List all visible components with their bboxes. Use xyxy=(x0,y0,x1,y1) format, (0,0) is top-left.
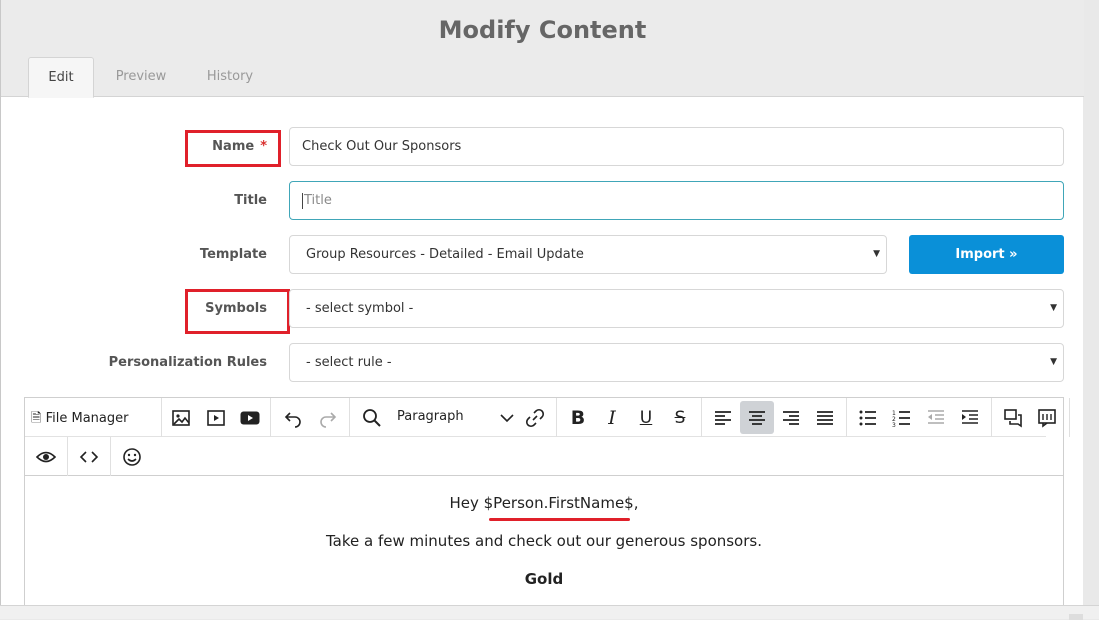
view-group xyxy=(25,437,68,476)
merge-field-icon[interactable] xyxy=(1030,401,1064,434)
tab-edit[interactable]: Edit xyxy=(28,57,94,98)
insert-image-icon[interactable] xyxy=(164,401,198,434)
sponsor-heading: Gold xyxy=(524,570,564,588)
format-group: Paragraph xyxy=(350,398,557,437)
intro-line: Take a few minutes and check out our gen… xyxy=(326,532,762,550)
align-left-icon[interactable] xyxy=(706,401,740,434)
preview-eye-icon[interactable] xyxy=(29,440,63,473)
strikethrough-icon[interactable]: S xyxy=(663,401,697,434)
personalization-rules-value: - select rule - xyxy=(306,355,392,370)
numbered-list-icon[interactable]: 123 xyxy=(885,401,919,434)
dialog-header: Modify Content Edit Preview History xyxy=(1,0,1084,98)
editor-toolbar-row-1: 🗎 File Manager Paragraph B I U S 1 2 3 xyxy=(25,398,1070,437)
indent-icon[interactable] xyxy=(953,401,987,434)
dropdown-arrow-icon: ▼ xyxy=(873,248,880,259)
personalization-rules-label: Personalization Rules xyxy=(108,355,267,370)
emoji-icon[interactable] xyxy=(115,440,149,473)
link-icon[interactable] xyxy=(518,401,552,434)
bullet-list-icon[interactable] xyxy=(851,401,885,434)
editor-toolbar-row-2 xyxy=(25,437,1063,476)
file-manager-group: 🗎 File Manager xyxy=(25,398,162,437)
text-style-group: B I U S xyxy=(557,398,702,437)
paragraph-format-label: Paragraph xyxy=(397,409,464,424)
code-group xyxy=(68,437,111,476)
symbols-select[interactable]: - select symbol - ▼ xyxy=(289,289,1064,328)
name-label-text: Name xyxy=(212,139,255,154)
tab-preview[interactable]: Preview xyxy=(104,57,178,98)
token-underline-highlight xyxy=(489,518,630,521)
title-placeholder: Title xyxy=(304,193,332,208)
redo-icon[interactable] xyxy=(311,401,345,434)
rich-text-editor: 🗎 File Manager Paragraph B I U S 1 2 3 H… xyxy=(24,397,1070,619)
title-input[interactable]: Title xyxy=(289,181,1064,220)
personalization-rules-select[interactable]: - select rule - ▼ xyxy=(289,343,1064,382)
file-manager-label: File Manager xyxy=(45,411,129,426)
source-code-icon[interactable] xyxy=(72,440,106,473)
svg-text:3: 3 xyxy=(892,422,896,428)
align-right-icon[interactable] xyxy=(774,401,808,434)
name-label: Name * xyxy=(101,139,267,154)
greeting-line: Hey $Person.FirstName$, xyxy=(25,494,1063,512)
file-manager-button[interactable]: 🗎 File Manager xyxy=(31,409,128,431)
outdent-icon[interactable] xyxy=(919,401,953,434)
required-marker: * xyxy=(260,139,267,154)
template-select-value: Group Resources - Detailed - Email Updat… xyxy=(306,247,584,262)
dropdown-arrow-icon: ▼ xyxy=(1050,356,1057,367)
scroll-corner xyxy=(1069,614,1083,620)
align-justify-icon[interactable] xyxy=(808,401,842,434)
list-group: 123 xyxy=(847,398,992,437)
search-icon[interactable] xyxy=(355,401,389,434)
symbols-label: Symbols xyxy=(205,301,267,316)
template-select[interactable]: Group Resources - Detailed - Email Updat… xyxy=(289,235,887,274)
insert-media-icon[interactable] xyxy=(199,401,233,434)
greeting-prefix: Hey xyxy=(449,494,484,512)
comments-icon[interactable] xyxy=(996,401,1030,434)
italic-icon[interactable]: I xyxy=(595,401,629,434)
name-input-value: Check Out Our Sponsors xyxy=(302,139,462,154)
youtube-icon[interactable] xyxy=(233,401,267,434)
emoji-group xyxy=(111,437,154,476)
align-center-icon[interactable] xyxy=(740,401,774,434)
greeting-suffix: , xyxy=(633,494,639,512)
template-label: Template xyxy=(199,247,267,262)
bold-icon[interactable]: B xyxy=(561,401,595,434)
bottom-scrollbar[interactable] xyxy=(0,605,1099,619)
history-group xyxy=(271,398,350,437)
file-icon: 🗎 xyxy=(31,411,42,426)
name-input[interactable]: Check Out Our Sponsors xyxy=(289,127,1064,166)
merge-field-token: $Person.FirstName$ xyxy=(483,494,634,512)
paragraph-format-select[interactable]: Paragraph xyxy=(397,409,464,424)
modify-content-dialog: Modify Content Edit Preview History Name… xyxy=(0,0,1084,619)
text-caret xyxy=(302,192,303,209)
dialog-title: Modify Content xyxy=(438,16,647,44)
import-button[interactable]: Import » xyxy=(909,235,1064,274)
undo-icon[interactable] xyxy=(276,401,310,434)
underline-icon[interactable]: U xyxy=(629,401,663,434)
extras-group xyxy=(992,398,1070,437)
symbols-select-value: - select symbol - xyxy=(306,301,414,316)
tab-history[interactable]: History xyxy=(194,57,266,98)
dropdown-arrow-icon: ▼ xyxy=(1050,302,1057,313)
title-label: Title xyxy=(234,193,267,208)
alignment-group xyxy=(702,398,847,437)
media-group xyxy=(162,398,271,437)
